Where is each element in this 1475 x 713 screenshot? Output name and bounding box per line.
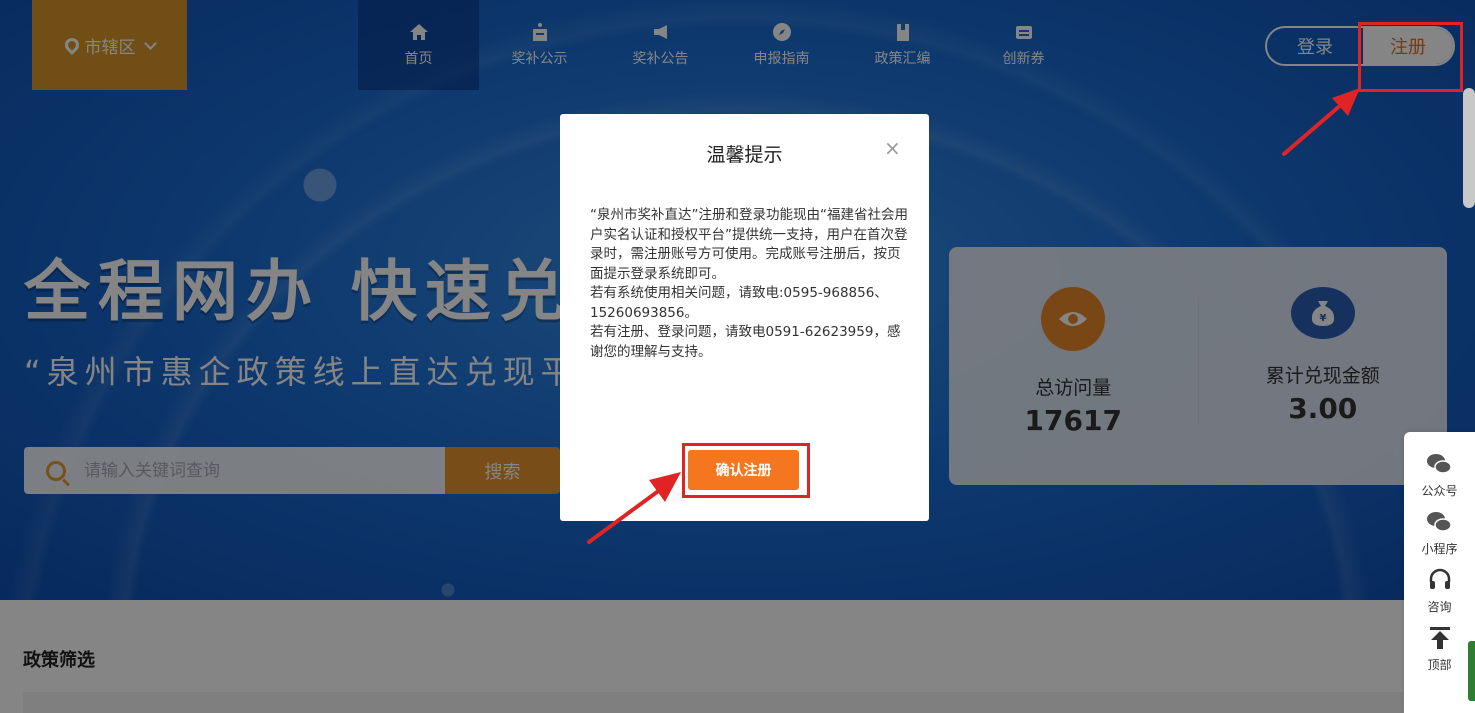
- close-icon[interactable]: ×: [884, 136, 901, 160]
- sidebar-label: 小程序: [1421, 542, 1458, 556]
- wechat-icon: [1425, 450, 1453, 478]
- modal-paragraph: 若有系统使用相关问题，请致电:0595-968856、15260693856。: [590, 285, 888, 321]
- modal-paragraph: “泉州市奖补直达”注册和登录功能现由“福建省社会用户实名认证和授权平台”提供统一…: [590, 207, 908, 282]
- sidebar-label: 咨询: [1427, 600, 1452, 614]
- modal-title: 温馨提示: [706, 144, 783, 166]
- modal-body: “泉州市奖补直达”注册和登录功能现由“福建省社会用户实名认证和授权平台”提供统一…: [590, 206, 908, 362]
- modal-paragraph: 若有注册、登录问题，请致电0591-62623959，感谢您的理解与支持。: [590, 324, 901, 360]
- highlight-register-box: [1358, 22, 1463, 92]
- arrow-up-icon: [1426, 624, 1454, 652]
- floating-sidebar: 公众号 小程序 咨询 顶部: [1404, 432, 1475, 713]
- headset-icon: [1426, 566, 1454, 594]
- sidebar-label: 公众号: [1421, 484, 1458, 498]
- highlight-confirm-box: [682, 443, 810, 498]
- wechat-icon: [1425, 508, 1453, 536]
- sidebar-item-official-account[interactable]: 公众号: [1421, 450, 1458, 499]
- side-tab[interactable]: [1468, 641, 1475, 701]
- sidebar-item-mini-program[interactable]: 小程序: [1421, 508, 1458, 557]
- sidebar-item-back-to-top[interactable]: 顶部: [1426, 624, 1454, 673]
- sidebar-label: 顶部: [1427, 658, 1452, 672]
- scrollbar-thumb[interactable]: [1463, 88, 1475, 208]
- sidebar-item-consult[interactable]: 咨询: [1426, 566, 1454, 615]
